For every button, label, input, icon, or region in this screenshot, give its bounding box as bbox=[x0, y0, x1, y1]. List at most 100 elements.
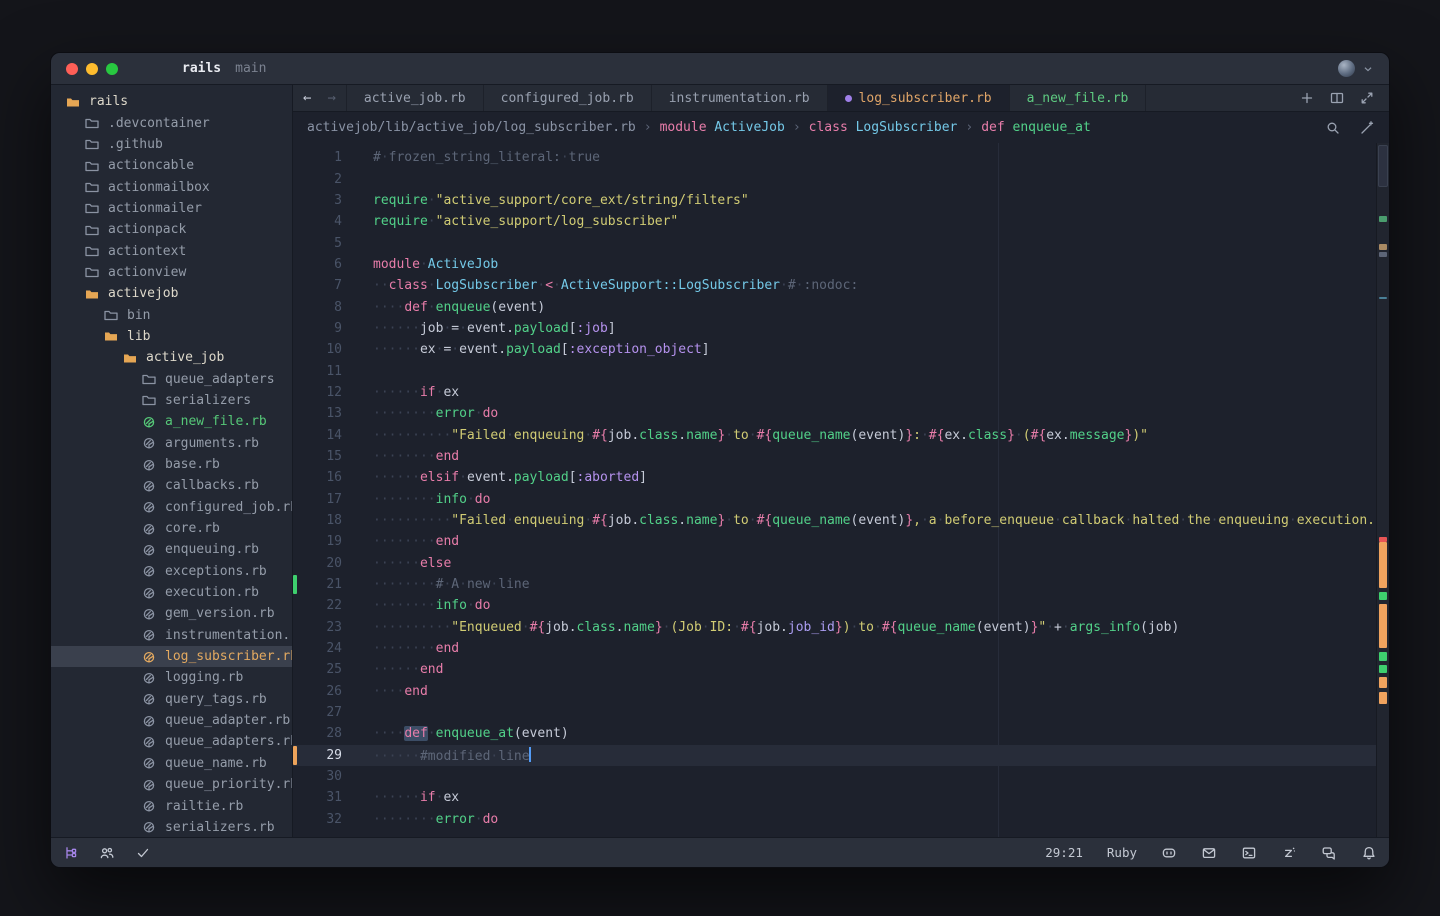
breadcrumb-segment[interactable]: activejob/lib/active_job/log_subscriber.… bbox=[307, 120, 636, 135]
collaboration-icon[interactable] bbox=[99, 845, 115, 861]
breadcrumb-segment[interactable]: enqueue_at bbox=[1013, 120, 1091, 135]
code-line-13[interactable]: 13········error·do bbox=[293, 403, 1389, 424]
code-line-8[interactable]: 8····def·enqueue(event) bbox=[293, 296, 1389, 317]
code-line-10[interactable]: 10······ex·=·event.payload[:exception_ob… bbox=[293, 339, 1389, 360]
code-line-15[interactable]: 15········end bbox=[293, 446, 1389, 467]
tree-item-bin[interactable]: bin bbox=[51, 304, 292, 325]
tree-item-core.rb[interactable]: core.rb bbox=[51, 518, 292, 539]
tree-item-instrumentation.rb[interactable]: instrumentation.rb bbox=[51, 625, 292, 646]
close-window-button[interactable] bbox=[66, 63, 78, 75]
tree-item-actiontext[interactable]: actiontext bbox=[51, 240, 292, 261]
tree-item-actionview[interactable]: actionview bbox=[51, 262, 292, 283]
tree-item-queue_adapters[interactable]: queue_adapters bbox=[51, 368, 292, 389]
code-line-27[interactable]: 27 bbox=[293, 702, 1389, 723]
tree-item-activejob[interactable]: activejob bbox=[51, 283, 292, 304]
tree-item-serializers.rb[interactable]: serializers.rb bbox=[51, 817, 292, 837]
code-line-6[interactable]: 6module·ActiveJob bbox=[293, 254, 1389, 275]
editor-scrollbar[interactable] bbox=[1376, 143, 1389, 837]
code-editor[interactable]: 1#·frozen_string_literal:·true23require·… bbox=[293, 143, 1389, 837]
code-line-17[interactable]: 17········info·do bbox=[293, 489, 1389, 510]
code-line-7[interactable]: 7··class·LogSubscriber·<·ActiveSupport::… bbox=[293, 275, 1389, 296]
scrollbar-thumb[interactable] bbox=[1378, 145, 1388, 187]
mail-icon[interactable] bbox=[1201, 845, 1217, 861]
breadcrumb-segment[interactable]: module bbox=[660, 120, 707, 135]
tree-item-actioncable[interactable]: actioncable bbox=[51, 155, 292, 176]
project-title[interactable]: rails bbox=[182, 61, 221, 76]
tree-item-active_job[interactable]: active_job bbox=[51, 347, 292, 368]
code-line-12[interactable]: 12······if·ex bbox=[293, 382, 1389, 403]
tree-item-query_tags.rb[interactable]: query_tags.rb bbox=[51, 689, 292, 710]
code-line-29[interactable]: 29······#modified·line bbox=[293, 745, 1389, 766]
code-line-19[interactable]: 19········end bbox=[293, 531, 1389, 552]
tree-item-enqueuing.rb[interactable]: enqueuing.rb bbox=[51, 539, 292, 560]
tree-item-log_subscriber.rb[interactable]: log_subscriber.rb bbox=[51, 646, 292, 667]
breadcrumb-segment[interactable]: LogSubscriber bbox=[856, 120, 958, 135]
tree-item-queue_adapters.rb[interactable]: queue_adapters.rb bbox=[51, 731, 292, 752]
expand-icon[interactable] bbox=[1359, 90, 1375, 106]
tree-item-actionmailer[interactable]: actionmailer bbox=[51, 198, 292, 219]
tree-item-execution.rb[interactable]: execution.rb bbox=[51, 582, 292, 603]
git-branch-label[interactable]: main bbox=[235, 61, 266, 76]
tab-log_subscriber.rb[interactable]: log_subscriber.rb bbox=[828, 85, 1010, 111]
tree-item-lib[interactable]: lib bbox=[51, 326, 292, 347]
avatar[interactable] bbox=[1338, 60, 1355, 77]
tree-item-.github[interactable]: .github bbox=[51, 134, 292, 155]
chevron-down-icon[interactable] bbox=[1361, 62, 1375, 76]
code-line-21[interactable]: 21········#·A·new·line bbox=[293, 574, 1389, 595]
code-line-25[interactable]: 25······end bbox=[293, 659, 1389, 680]
tree-item-actionmailbox[interactable]: actionmailbox bbox=[51, 176, 292, 197]
wand-icon[interactable] bbox=[1359, 120, 1375, 136]
cursor-position[interactable]: 29:21 bbox=[1045, 845, 1083, 860]
assistant-icon[interactable] bbox=[1281, 845, 1297, 861]
tree-item-gem_version.rb[interactable]: gem_version.rb bbox=[51, 603, 292, 624]
nav-back-button[interactable]: ← bbox=[303, 90, 311, 106]
tree-item-arguments.rb[interactable]: arguments.rb bbox=[51, 433, 292, 454]
tree-item-exceptions.rb[interactable]: exceptions.rb bbox=[51, 561, 292, 582]
tree-item-rails[interactable]: rails bbox=[51, 91, 292, 112]
code-line-31[interactable]: 31······if·ex bbox=[293, 787, 1389, 808]
tree-item-serializers[interactable]: serializers bbox=[51, 390, 292, 411]
chat-icon[interactable] bbox=[1321, 845, 1337, 861]
search-icon[interactable] bbox=[1325, 120, 1341, 136]
tab-a_new_file.rb[interactable]: a_new_file.rb bbox=[1010, 85, 1147, 111]
code-line-22[interactable]: 22········info·do bbox=[293, 595, 1389, 616]
tab-active_job.rb[interactable]: active_job.rb bbox=[347, 85, 484, 111]
code-line-20[interactable]: 20······else bbox=[293, 553, 1389, 574]
code-line-3[interactable]: 3require·"active_support/core_ext/string… bbox=[293, 190, 1389, 211]
minimize-window-button[interactable] bbox=[86, 63, 98, 75]
check-icon[interactable] bbox=[135, 845, 151, 861]
tree-item-actionpack[interactable]: actionpack bbox=[51, 219, 292, 240]
code-line-9[interactable]: 9······job·=·event.payload[:job] bbox=[293, 318, 1389, 339]
zoom-window-button[interactable] bbox=[106, 63, 118, 75]
code-line-32[interactable]: 32········error·do bbox=[293, 809, 1389, 830]
code-line-1[interactable]: 1#·frozen_string_literal:·true bbox=[293, 147, 1389, 168]
code-line-2[interactable]: 2 bbox=[293, 168, 1389, 189]
code-line-23[interactable]: 23··········"Enqueued·#{job.class.name}·… bbox=[293, 617, 1389, 638]
code-line-4[interactable]: 4require·"active_support/log_subscriber" bbox=[293, 211, 1389, 232]
plus-icon[interactable] bbox=[1299, 90, 1315, 106]
copilot-icon[interactable] bbox=[1161, 845, 1177, 861]
tree-item-logging.rb[interactable]: logging.rb bbox=[51, 667, 292, 688]
code-line-11[interactable]: 11 bbox=[293, 360, 1389, 381]
code-line-24[interactable]: 24········end bbox=[293, 638, 1389, 659]
tree-item-a_new_file.rb[interactable]: a_new_file.rb bbox=[51, 411, 292, 432]
code-line-30[interactable]: 30 bbox=[293, 766, 1389, 787]
code-line-5[interactable]: 5 bbox=[293, 232, 1389, 253]
tree-item-configured_job.rb[interactable]: configured_job.rb bbox=[51, 497, 292, 518]
breadcrumb-segment[interactable]: def bbox=[981, 120, 1004, 135]
code-line-18[interactable]: 18··········"Failed·enqueuing·#{job.clas… bbox=[293, 510, 1389, 531]
tab-instrumentation.rb[interactable]: instrumentation.rb bbox=[652, 85, 828, 111]
tree-item-queue_priority.rb[interactable]: queue_priority.rb bbox=[51, 774, 292, 795]
bell-icon[interactable] bbox=[1361, 845, 1377, 861]
code-line-28[interactable]: 28····def·enqueue_at(event) bbox=[293, 723, 1389, 744]
tree-item-railtie.rb[interactable]: railtie.rb bbox=[51, 795, 292, 816]
tab-configured_job.rb[interactable]: configured_job.rb bbox=[484, 85, 652, 111]
code-line-16[interactable]: 16······elsif·event.payload[:aborted] bbox=[293, 467, 1389, 488]
split-icon[interactable] bbox=[1329, 90, 1345, 106]
nav-forward-button[interactable]: → bbox=[327, 90, 335, 106]
code-line-14[interactable]: 14··········"Failed·enqueuing·#{job.clas… bbox=[293, 424, 1389, 445]
code-line-26[interactable]: 26····end bbox=[293, 681, 1389, 702]
language-selector[interactable]: Ruby bbox=[1107, 845, 1137, 860]
terminal-icon[interactable] bbox=[1241, 845, 1257, 861]
tree-item-callbacks.rb[interactable]: callbacks.rb bbox=[51, 475, 292, 496]
